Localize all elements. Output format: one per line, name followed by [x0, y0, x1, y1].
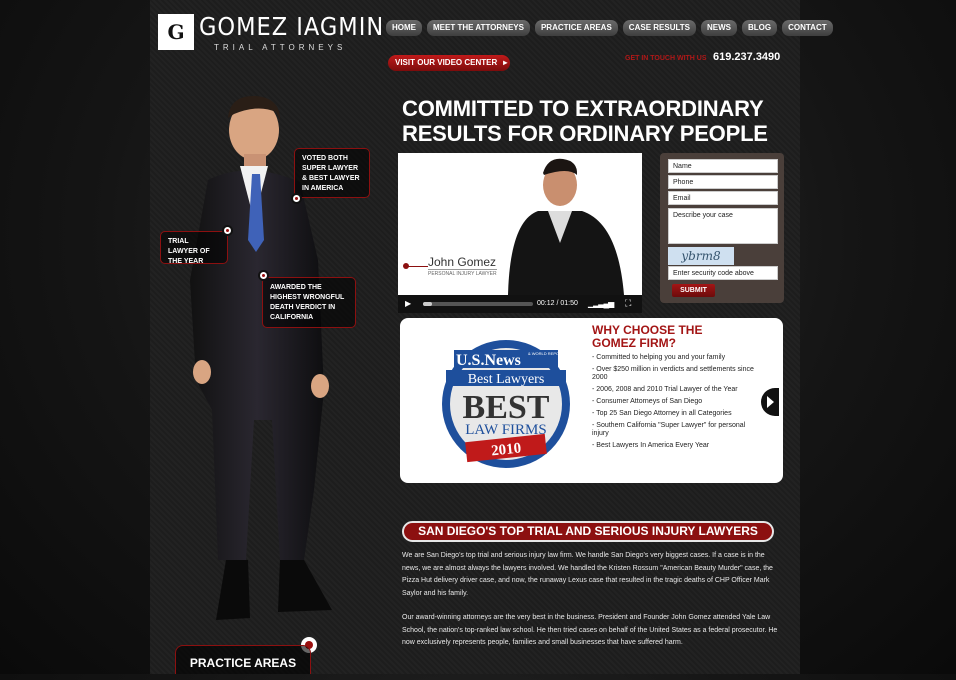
nav-case-results[interactable]: CASE RESULTS [622, 20, 696, 36]
get-in-touch-label: GET IN TOUCH WITH US [625, 55, 707, 62]
why-choose-panel: U.S.News & WORLD REPORT Best Lawyers BES… [400, 318, 783, 483]
logo-mark[interactable]: G [158, 14, 194, 50]
best-lawyers-badge: U.S.News & WORLD REPORT Best Lawyers BES… [442, 340, 570, 468]
contact-form: Name Phone Email Describe your case ybrm… [660, 153, 784, 303]
logo-tagline: TRIAL ATTORNEYS [214, 43, 347, 52]
list-item: Consumer Attorneys of San Diego [592, 398, 757, 406]
intro-paragraph-2: Our award-winning attorneys are the very… [402, 614, 778, 646]
fullscreen-icon[interactable]: ⛶ [625, 298, 631, 309]
next-slide-arrow-icon[interactable] [761, 388, 779, 416]
callout-dot-3[interactable] [258, 270, 269, 281]
name-line-decoration [403, 263, 428, 269]
name-field[interactable]: Name [668, 159, 778, 173]
submit-button[interactable]: SUBMIT [672, 284, 715, 297]
callout-dot-1[interactable] [291, 193, 302, 204]
security-code-field[interactable]: Enter security code above [668, 266, 778, 280]
nav-news[interactable]: NEWS [701, 20, 737, 36]
nav-practice-areas[interactable]: PRACTICE AREAS [534, 20, 618, 36]
video-player[interactable]: John Gomez PERSONAL INJURY LAWYER ▶ 00:1… [398, 153, 642, 313]
headline-line-1: COMMITTED TO EXTRAORDINARY [402, 96, 764, 121]
intro-paragraph-1: We are San Diego's top trial and serious… [402, 552, 773, 597]
callout-super-lawyer: VOTED BOTH SUPER LAWYER & BEST LAWYER IN… [294, 148, 370, 198]
badge-best-lawyers: Best Lawyers [468, 372, 545, 387]
nav-meet-the-attorneys[interactable]: MEET THE ATTORNEYS [427, 20, 530, 36]
list-item: Committed to helping you and your family [592, 354, 757, 362]
section-title: SAN DIEGO'S TOP TRIAL AND SERIOUS INJURY… [402, 521, 774, 542]
list-item: Top 25 San Diego Attorney in all Categor… [592, 410, 757, 418]
play-icon[interactable]: ▶ [405, 299, 411, 308]
video-speaker-name: John Gomez [428, 255, 497, 269]
badge-best: BEST [463, 389, 550, 426]
video-center-label: VISIT OUR VIDEO CENTER [395, 58, 498, 67]
callout-trial-lawyer: TRIAL LAWYER OF THE YEAR [160, 231, 228, 265]
why-title-line-2: GOMEZ FIRM? [592, 336, 676, 350]
video-progress-fill [423, 302, 432, 306]
why-title: WHY CHOOSE THE GOMEZ FIRM? [592, 324, 702, 350]
list-item: Best Lawyers In America Every Year [592, 442, 757, 450]
list-item: Over $250 million in verdicts and settle… [592, 366, 757, 382]
volume-icon[interactable]: ▁▂▃▄▅ [588, 299, 614, 308]
video-progress-bar[interactable] [423, 302, 533, 306]
logo-name[interactable]: GOMEZ IAGMIN [199, 12, 384, 41]
badge-usnews: U.S.News [456, 352, 521, 369]
headline-line-2: RESULTS FOR ORDINARY PEOPLE [402, 121, 768, 146]
hero-headline: COMMITTED TO EXTRAORDINARY RESULTS FOR O… [402, 96, 768, 146]
badge-world-report: & WORLD REPORT [528, 351, 565, 356]
arrow-right-icon: ▸ [503, 58, 508, 67]
describe-case-field[interactable]: Describe your case [668, 208, 778, 244]
main-nav: HOME MEET THE ATTORNEYS PRACTICE AREAS C… [386, 20, 833, 36]
callout-dot-2[interactable] [222, 225, 233, 236]
badge-year: 2010 [490, 440, 522, 459]
why-list: Committed to helping you and your family… [592, 354, 757, 454]
list-item: 2006, 2008 and 2010 Trial Lawyer of the … [592, 386, 757, 394]
video-center-button[interactable]: VISIT OUR VIDEO CENTER ▸ [388, 55, 510, 71]
video-controls: ▶ 00:12 / 01:50 ▁▂▃▄▅ ⛶ [398, 295, 642, 313]
phone-number[interactable]: 619.237.3490 [713, 51, 780, 63]
list-item: Southern California "Super Lawyer" for p… [592, 422, 757, 438]
phone-field[interactable]: Phone [668, 175, 778, 189]
video-speaker-title: PERSONAL INJURY LAWYER [428, 269, 497, 277]
nav-contact[interactable]: CONTACT [782, 20, 833, 36]
email-field[interactable]: Email [668, 191, 778, 205]
practice-areas-tab[interactable]: PRACTICE AREAS [175, 645, 311, 674]
nav-home[interactable]: HOME [386, 20, 422, 36]
nav-blog[interactable]: BLOG [742, 20, 778, 36]
video-time: 00:12 / 01:50 [537, 300, 578, 307]
callout-wrongful-death: AWARDED THE HIGHEST WRONGFUL DEATH VERDI… [262, 277, 356, 328]
captcha-image: ybrm8 [668, 247, 734, 265]
